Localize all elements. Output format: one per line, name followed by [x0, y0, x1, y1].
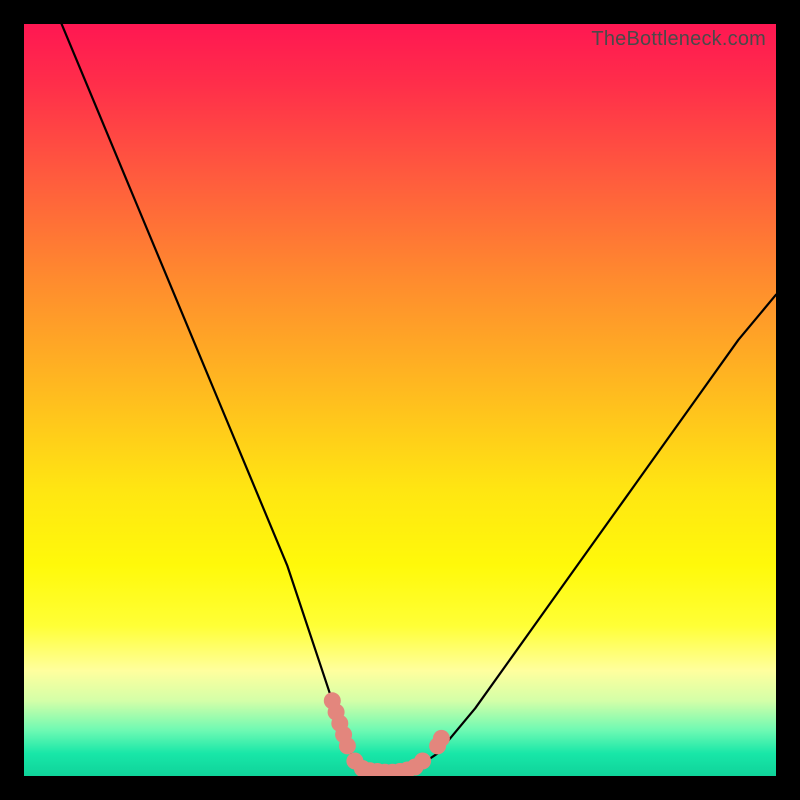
highlight-dot	[414, 753, 431, 770]
bottleneck-curve	[62, 24, 776, 772]
watermark-text: TheBottleneck.com	[591, 28, 766, 51]
plot-area: TheBottleneck.com	[24, 24, 776, 776]
curve-layer	[24, 24, 776, 776]
highlight-dot	[433, 730, 450, 747]
highlight-dot	[339, 737, 356, 754]
highlight-markers	[324, 692, 450, 776]
chart-frame: TheBottleneck.com	[0, 0, 800, 800]
